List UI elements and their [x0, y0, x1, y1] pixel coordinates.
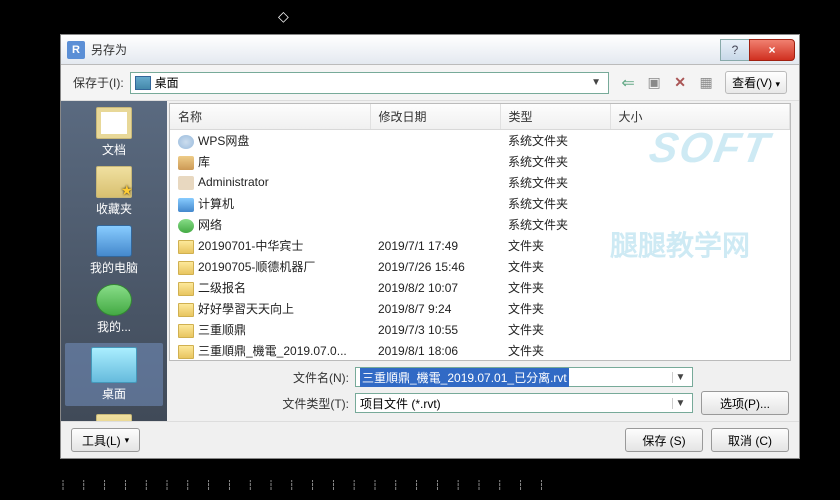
save-button[interactable]: 保存 (S)	[625, 428, 703, 452]
col-size[interactable]: 大小	[610, 104, 790, 130]
net-icon	[178, 219, 194, 233]
table-row[interactable]: 网络系统文件夹	[170, 214, 790, 235]
chevron-down-icon[interactable]: ▼	[588, 77, 604, 88]
col-date[interactable]: 修改日期	[370, 104, 500, 130]
sidebar-item-label: 文档	[65, 141, 163, 158]
save-as-dialog: R 另存为 ? × 保存于(I): 桌面 ▼ ⇐ ▣ ✕ ▦ 查看(V) ▾ 文…	[60, 34, 800, 459]
col-name[interactable]: 名称	[170, 104, 370, 130]
close-button[interactable]: ×	[749, 39, 795, 61]
filetype-row: 文件类型(T): 项目文件 (*.rvt) ▼	[277, 393, 693, 413]
file-panel: SOFT 腿腿教学网 名称 修改日期 类型 大小 WPS网盘系统文件夹库系统文件…	[167, 101, 799, 421]
table-row[interactable]: 二级报名2019/8/2 10:07文件夹	[170, 277, 790, 298]
options-button[interactable]: 选项(P)...	[701, 391, 789, 415]
table-row[interactable]: 三重順鼎_機電_2019.07.0...2019/8/1 18:06文件夹	[170, 340, 790, 361]
table-row[interactable]: WPS网盘系统文件夹	[170, 130, 790, 152]
table-row[interactable]: 好好學習天天向上2019/8/7 9:24文件夹	[170, 298, 790, 319]
back-icon[interactable]: ⇐	[619, 74, 637, 92]
sidebar-item-extra[interactable]	[65, 414, 163, 421]
file-table: 名称 修改日期 类型 大小 WPS网盘系统文件夹库系统文件夹Administra…	[170, 104, 790, 361]
chevron-down-icon[interactable]: ▼	[672, 372, 688, 383]
new-folder-icon[interactable]: ▦	[697, 74, 715, 92]
timeline-ruler: ┆ ┆ ┆ ┆ ┆ ┆ ┆ ┆ ┆ ┆ ┆ ┆ ┆ ┆ ┆ ┆ ┆ ┆ ┆ ┆ …	[60, 480, 800, 492]
up-icon[interactable]: ▣	[645, 74, 663, 92]
sidebar-item-label: 桌面	[65, 385, 163, 402]
sidebar-item-favorites[interactable]: 收藏夹	[65, 166, 163, 217]
tools-button[interactable]: 工具(L)▾	[71, 428, 140, 452]
documents-icon	[96, 107, 132, 139]
bottom-fields: 文件名(N): 三重順鼎_機電_2019.07.01_已分离.rvt ▼ 文件类…	[167, 363, 799, 421]
view-button[interactable]: 查看(V) ▾	[725, 71, 787, 94]
cursor-marker: ◇	[278, 8, 289, 25]
location-bar: 保存于(I): 桌面 ▼ ⇐ ▣ ✕ ▦ 查看(V) ▾	[61, 65, 799, 101]
user-icon	[178, 176, 194, 190]
sidebar-item-label: 收藏夹	[65, 200, 163, 217]
sidebar-item-network[interactable]: 我的...	[65, 284, 163, 335]
network-icon	[96, 284, 132, 316]
desktop-icon	[91, 347, 137, 383]
table-row[interactable]: 20190701-中华宾士2019/7/1 17:49文件夹	[170, 235, 790, 256]
sidebar-item-desktop[interactable]: 桌面	[65, 343, 163, 406]
sidebar-item-label: 我的电脑	[65, 259, 163, 276]
folder-icon	[178, 345, 194, 359]
filename-input[interactable]: 三重順鼎_機電_2019.07.01_已分离.rvt ▼	[355, 367, 693, 387]
dialog-footer: 工具(L)▾ 保存 (S) 取消 (C)	[61, 421, 799, 458]
location-text: 桌面	[155, 74, 588, 91]
sidebar-item-documents[interactable]: 文档	[65, 107, 163, 158]
favorites-icon	[96, 166, 132, 198]
computer-icon	[96, 225, 132, 257]
right-button-col: 选项(P)...	[701, 363, 799, 421]
filetype-value: 项目文件 (*.rvt)	[360, 395, 441, 412]
filename-value: 三重順鼎_機電_2019.07.01_已分离.rvt	[360, 368, 569, 387]
folder-icon	[96, 414, 132, 421]
nav-icons: ⇐ ▣ ✕ ▦	[619, 74, 715, 92]
main-area: 文档 收藏夹 我的电脑 我的... 桌面	[61, 101, 799, 421]
folder-icon	[178, 261, 194, 275]
filename-label: 文件名(N):	[277, 369, 349, 386]
pc-icon	[178, 198, 194, 212]
location-dropdown[interactable]: 桌面 ▼	[130, 72, 609, 94]
sidebar-item-mycomputer[interactable]: 我的电脑	[65, 225, 163, 276]
table-row[interactable]: 三重顺鼎2019/7/3 10:55文件夹	[170, 319, 790, 340]
folder-icon	[178, 282, 194, 296]
table-row[interactable]: 库系统文件夹	[170, 151, 790, 172]
cancel-button[interactable]: 取消 (C)	[711, 428, 789, 452]
filetype-label: 文件类型(T):	[277, 395, 349, 412]
sidebar-item-label: 我的...	[65, 318, 163, 335]
save-in-label: 保存于(I):	[73, 74, 124, 91]
app-icon: R	[67, 41, 85, 59]
desktop-icon	[135, 76, 151, 90]
cloud-icon	[178, 135, 194, 149]
window-buttons: ? ×	[721, 39, 795, 61]
col-type[interactable]: 类型	[500, 104, 610, 130]
delete-icon[interactable]: ✕	[671, 74, 689, 92]
column-headers: 名称 修改日期 类型 大小	[170, 104, 790, 130]
filetype-dropdown[interactable]: 项目文件 (*.rvt) ▼	[355, 393, 693, 413]
table-row[interactable]: 计算机系统文件夹	[170, 193, 790, 214]
chevron-down-icon[interactable]: ▼	[672, 398, 688, 409]
filename-row: 文件名(N): 三重順鼎_機電_2019.07.01_已分离.rvt ▼	[277, 367, 693, 387]
window-title: 另存为	[91, 41, 721, 58]
folder-icon	[178, 303, 194, 317]
lib-icon	[178, 156, 194, 170]
help-button[interactable]: ?	[720, 39, 750, 61]
file-listview[interactable]: SOFT 腿腿教学网 名称 修改日期 类型 大小 WPS网盘系统文件夹库系统文件…	[169, 103, 791, 361]
folder-icon	[178, 240, 194, 254]
table-row[interactable]: Administrator系统文件夹	[170, 172, 790, 193]
folder-icon	[178, 324, 194, 338]
places-sidebar: 文档 收藏夹 我的电脑 我的... 桌面	[61, 101, 167, 421]
table-row[interactable]: 20190705-顺德机器厂2019/7/26 15:46文件夹	[170, 256, 790, 277]
titlebar[interactable]: R 另存为 ? ×	[61, 35, 799, 65]
